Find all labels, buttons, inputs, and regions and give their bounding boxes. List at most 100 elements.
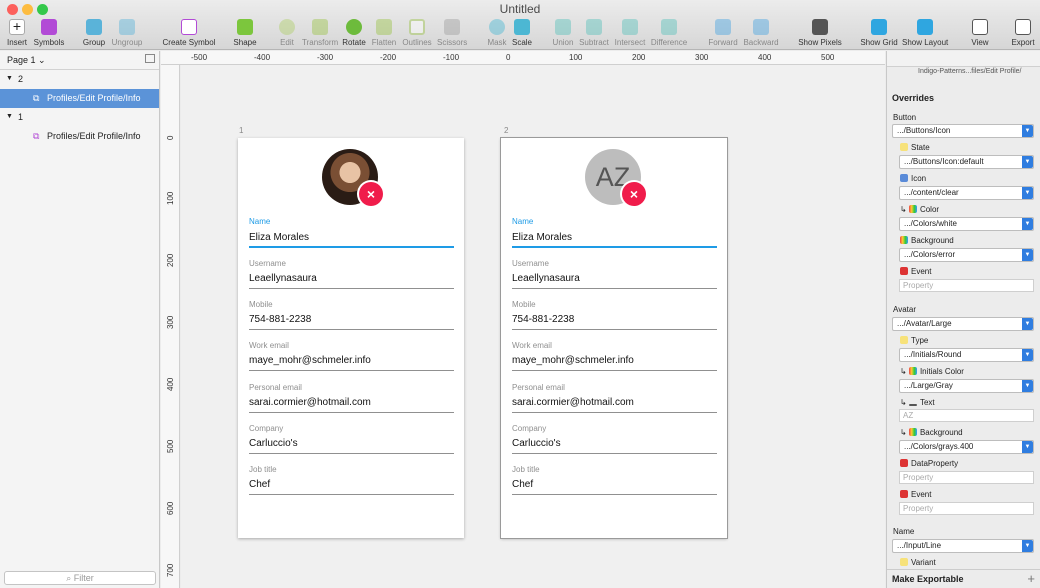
difference-button[interactable]: Difference (650, 18, 688, 50)
intersect-button[interactable]: Intersect (614, 18, 646, 50)
forward-button[interactable]: Forward (708, 18, 738, 50)
add-export-icon[interactable]: + (1027, 571, 1035, 586)
company-field[interactable]: Carluccio's (249, 438, 454, 454)
work-email-field[interactable]: maye_mohr@schmeler.info (512, 355, 717, 371)
layer-group-2[interactable]: ▼ 2 (0, 70, 159, 89)
field-label: Job title (512, 465, 540, 474)
background-select[interactable]: .../Colors/error ▼ (899, 248, 1034, 262)
state-select[interactable]: .../Buttons/Icon:default ▼ (899, 155, 1034, 169)
horizontal-ruler: -500 -400 -300 -200 -100 0 100 200 300 4… (161, 51, 885, 65)
layer-item[interactable]: ⧉ Profiles/Edit Profile/Info (0, 127, 159, 146)
ruler-label: -300 (317, 53, 334, 62)
layer-group-1[interactable]: ▼ 1 (0, 108, 159, 127)
avatar-text-input[interactable]: AZ (899, 409, 1034, 422)
color-select[interactable]: .../Colors/white ▼ (899, 217, 1034, 231)
personal-email-field[interactable]: sarai.cormier@hotmail.com (512, 397, 717, 413)
layer-item-selected[interactable]: ⧉ Profiles/Edit Profile/Info (0, 89, 159, 108)
symbol-instance-icon: ⧉ (33, 93, 40, 103)
chevron-down-icon: ▼ (1022, 218, 1033, 230)
avatar-event-input[interactable]: Property (899, 502, 1034, 515)
name-symbol-select[interactable]: .../Input/Line ▼ (892, 539, 1034, 553)
field-label: Personal email (512, 383, 565, 392)
job-title-field[interactable]: Chef (249, 479, 454, 495)
artboard-2[interactable]: AZ × Name Eliza Morales Username Leaelly… (500, 137, 728, 539)
rotate-icon (346, 19, 362, 35)
type-select[interactable]: .../Initials/Round ▼ (899, 348, 1034, 362)
disclosure-triangle-icon[interactable]: ▼ (6, 113, 13, 120)
username-field[interactable]: Leaellynasaura (249, 273, 454, 289)
work-email-field[interactable]: maye_mohr@schmeler.info (249, 355, 454, 371)
joystick-icon (900, 490, 908, 498)
chevron-down-icon: ▼ (1022, 187, 1033, 199)
field-label: Personal email (249, 383, 302, 392)
ungroup-button[interactable]: Ungroup (110, 18, 144, 50)
view-button[interactable]: View (966, 18, 994, 50)
show-layout-button[interactable]: Show Layout (902, 18, 948, 50)
page-selector[interactable]: Page 1 ⌄ (0, 51, 159, 70)
create-symbol-button[interactable]: Create Symbol (162, 18, 216, 50)
ruler-label: 400 (166, 377, 175, 391)
union-icon (555, 19, 571, 35)
avatar-symbol-select[interactable]: .../Avatar/Large ▼ (892, 317, 1034, 331)
export-button[interactable]: Export (1009, 18, 1037, 50)
window-title: Untitled (499, 2, 541, 16)
mask-button[interactable]: Mask (486, 18, 508, 50)
backward-button[interactable]: Backward (743, 18, 779, 50)
mobile-field[interactable]: 754-881-2238 (249, 314, 454, 330)
ruler-label: 100 (569, 53, 583, 62)
ruler-label: -200 (380, 53, 397, 62)
chevron-down-icon: ▼ (1022, 540, 1033, 552)
personal-email-field[interactable]: sarai.cormier@hotmail.com (249, 397, 454, 413)
mobile-field[interactable]: 754-881-2238 (512, 314, 717, 330)
show-grid-button[interactable]: Show Grid (860, 18, 898, 50)
username-field[interactable]: Leaellynasaura (512, 273, 717, 289)
symbols-button[interactable]: Symbols (32, 18, 66, 50)
artboard-1[interactable]: × Name Eliza Morales Username Leaellynas… (238, 138, 464, 538)
ruler-label: 500 (821, 53, 835, 62)
job-title-field[interactable]: Chef (512, 479, 717, 495)
group-button[interactable]: Group (82, 18, 106, 50)
name-field[interactable]: Eliza Morales (512, 232, 717, 248)
union-button[interactable]: Union (551, 18, 575, 50)
disclosure-triangle-icon[interactable]: ▼ (6, 75, 13, 82)
bulb-icon (900, 336, 908, 344)
outlines-button[interactable]: Outlines (402, 18, 432, 50)
icon-select[interactable]: .../content/clear ▼ (899, 186, 1034, 200)
clear-avatar-button[interactable]: × (622, 182, 646, 206)
shape-icon (237, 19, 253, 35)
button-symbol-select[interactable]: .../Buttons/Icon ▼ (892, 124, 1034, 138)
scissors-button[interactable]: Scissors (437, 18, 467, 50)
flatten-button[interactable]: Flatten (371, 18, 397, 50)
artboard-number: 1 (239, 126, 244, 135)
transform-button[interactable]: Transform (302, 18, 338, 50)
name-field[interactable]: Eliza Morales (249, 232, 454, 248)
subtract-button[interactable]: Subtract (578, 18, 610, 50)
close-icon: × (629, 186, 639, 202)
scale-button[interactable]: Scale (511, 18, 533, 50)
ruler-label: 300 (695, 53, 709, 62)
insert-button[interactable]: + Insert (4, 18, 30, 50)
icon-glyph-icon (900, 174, 908, 182)
rotate-button[interactable]: Rotate (342, 18, 366, 50)
layer-filter-input[interactable]: ⌕ Filter (4, 571, 156, 585)
add-page-icon[interactable] (145, 54, 155, 63)
avatar-background-select[interactable]: .../Colors/grays.400 ▼ (899, 440, 1034, 454)
clear-avatar-button[interactable]: × (359, 182, 383, 206)
show-pixels-button[interactable]: Show Pixels (798, 18, 842, 50)
company-field[interactable]: Carluccio's (512, 438, 717, 454)
edit-button[interactable]: Edit (277, 18, 297, 50)
edit-icon (279, 19, 295, 35)
canvas[interactable]: 1 × Name Eliza Morales Username Leaellyn… (181, 65, 885, 588)
color-label: ↳ Color (900, 205, 940, 214)
ruler-label: 600 (166, 501, 175, 515)
shape-button[interactable]: Shape (232, 18, 258, 50)
initials-color-select[interactable]: .../Large/Gray ▼ (899, 379, 1034, 393)
ruler-label: 0 (506, 53, 511, 62)
intersect-icon (622, 19, 638, 35)
event-property-input[interactable]: Property (899, 279, 1034, 292)
title-bar: Untitled + Insert Symbols Group Ungroup C… (0, 0, 1040, 50)
event-label: Event (900, 267, 931, 276)
field-label: Job title (249, 465, 277, 474)
data-property-input[interactable]: Property (899, 471, 1034, 484)
make-exportable-bar[interactable]: Make Exportable + (887, 569, 1040, 588)
